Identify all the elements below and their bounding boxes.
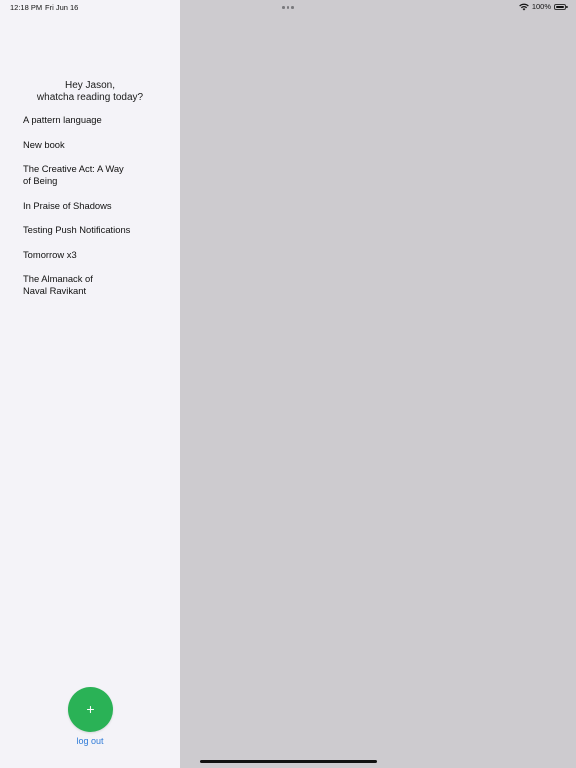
- book-item-almanack-of-naval-ravikant[interactable]: The Almanack of Naval Ravikant: [23, 273, 103, 297]
- greeting: Hey Jason, whatcha reading today?: [0, 80, 180, 104]
- multitasking-dots-icon[interactable]: [282, 6, 294, 9]
- battery-fill: [556, 5, 564, 8]
- book-item-testing-push-notifications[interactable]: Testing Push Notifications: [23, 224, 163, 236]
- status-date: Fri Jun 16: [45, 3, 79, 12]
- wifi-icon: [519, 3, 529, 11]
- book-item-tomorrow-x3[interactable]: Tomorrow x3: [23, 249, 163, 261]
- detail-pane: [180, 0, 576, 768]
- greeting-line-2: whatcha reading today?: [36, 92, 144, 103]
- book-item-new-book[interactable]: New book: [23, 139, 163, 151]
- logout-link[interactable]: log out: [0, 736, 180, 746]
- book-item-a-pattern-language[interactable]: A pattern language: [23, 114, 163, 126]
- status-indicators: 100%: [519, 2, 568, 11]
- battery-icon: [554, 3, 568, 10]
- book-list: A pattern language New book The Creative…: [23, 114, 163, 310]
- add-book-button[interactable]: +: [68, 687, 113, 732]
- battery-percent: 100%: [531, 2, 551, 11]
- plus-icon: +: [86, 701, 95, 717]
- greeting-line-1: Hey Jason,: [64, 80, 116, 91]
- status-time: 12:18 PM: [10, 3, 43, 12]
- home-indicator[interactable]: [200, 760, 377, 763]
- status-bar: 12:18 PM Fri Jun 16 100%: [0, 0, 576, 14]
- book-item-the-creative-act[interactable]: The Creative Act: A Way of Being: [23, 163, 133, 187]
- book-item-in-praise-of-shadows[interactable]: In Praise of Shadows: [23, 200, 163, 212]
- sidebar: Hey Jason, whatcha reading today? A patt…: [0, 0, 180, 768]
- app-screen: 12:18 PM Fri Jun 16 100% Hey Jason, what…: [0, 0, 576, 768]
